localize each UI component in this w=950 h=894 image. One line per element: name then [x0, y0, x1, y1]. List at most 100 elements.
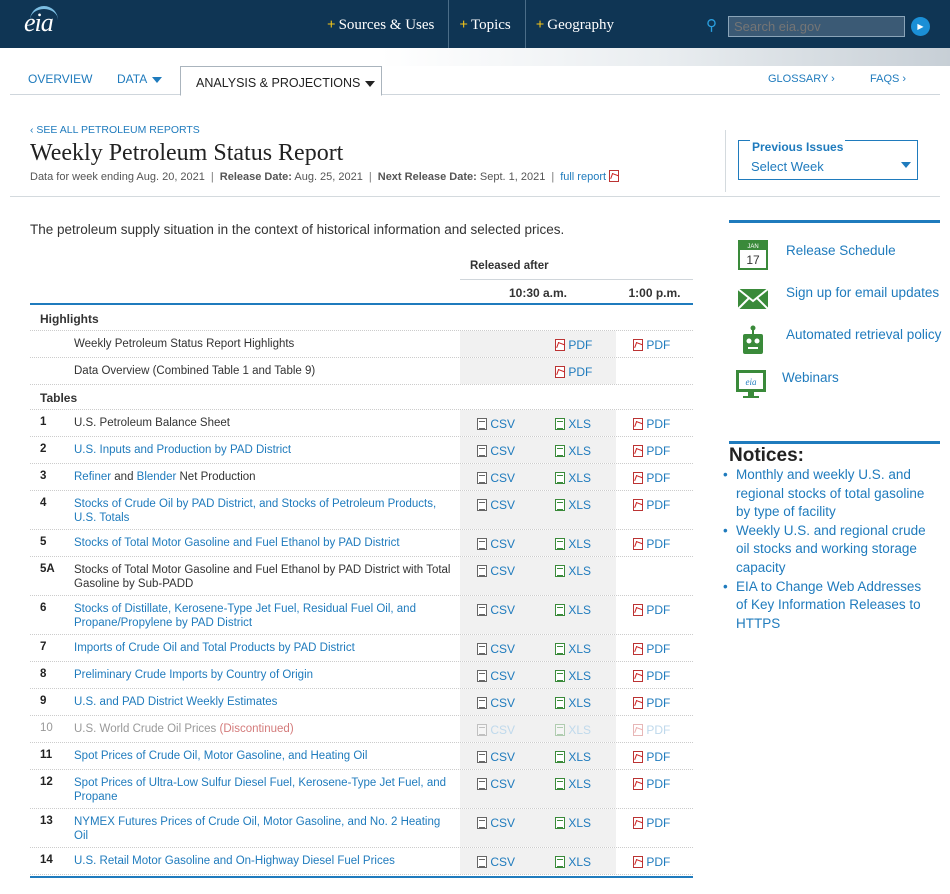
- xls-download-link[interactable]: XLS: [555, 669, 591, 683]
- csv-icon: [477, 643, 487, 655]
- csv-download-link[interactable]: CSV: [477, 750, 515, 764]
- xls-download-link[interactable]: XLS: [555, 564, 591, 578]
- pdf-download-link[interactable]: PDF: [633, 603, 670, 617]
- eia-logo[interactable]: eia: [24, 6, 58, 38]
- xls-download-link[interactable]: XLS: [555, 498, 591, 512]
- pdf-download-link[interactable]: PDF: [633, 816, 670, 830]
- csv-icon: [477, 472, 487, 484]
- csv-download-link-label: CSV: [490, 669, 516, 683]
- table-title-text: Preliminary Crude Imports by Country of …: [74, 669, 314, 681]
- previous-issues-select[interactable]: Previous Issues Select Week: [738, 140, 918, 180]
- table-title[interactable]: U.S. Retail Motor Gasoline and On-Highwa…: [74, 854, 454, 868]
- notice-link[interactable]: Weekly U.S. and regional crude oil stock…: [723, 522, 936, 578]
- pdf-download-link[interactable]: PDF: [633, 444, 670, 458]
- see-all-reports-link[interactable]: ‹ SEE ALL PETROLEUM REPORTS: [30, 124, 200, 136]
- table-row: 3 Refiner and Blender Net Production CSV …: [30, 464, 693, 491]
- xls-download-link[interactable]: XLS: [555, 777, 591, 791]
- pdf-download-link[interactable]: PDF: [633, 417, 670, 431]
- tab-data[interactable]: DATA: [117, 72, 163, 86]
- pdf-icon: [555, 366, 565, 378]
- pdf-download-link[interactable]: PDF: [633, 498, 670, 512]
- table-title[interactable]: Stocks of Distillate, Kerosene-Type Jet …: [74, 602, 454, 630]
- notice-link[interactable]: EIA to Change Web Addresses of Key Infor…: [723, 578, 936, 634]
- csv-download-link[interactable]: CSV: [477, 417, 515, 431]
- xls-download-link[interactable]: XLS: [555, 816, 591, 830]
- nav-geography[interactable]: + Geography: [526, 0, 628, 48]
- table-row: 1 U.S. Petroleum Balance Sheet CSV XLS PD…: [30, 410, 693, 437]
- xls-download-link[interactable]: XLS: [555, 750, 591, 764]
- xls-download-link[interactable]: XLS: [555, 537, 591, 551]
- xls-download-link[interactable]: XLS: [555, 642, 591, 656]
- table-title[interactable]: U.S. Inputs and Production by PAD Distri…: [74, 443, 454, 457]
- xls-download-link[interactable]: XLS: [555, 855, 591, 869]
- table-number: 8: [40, 668, 47, 680]
- xls-download-link[interactable]: XLS: [555, 417, 591, 431]
- table-title[interactable]: Spot Prices of Crude Oil, Motor Gasoline…: [74, 749, 454, 763]
- table-title: Stocks of Total Motor Gasoline and Fuel …: [74, 563, 454, 591]
- glossary-link[interactable]: GLOSSARY ›: [768, 73, 835, 85]
- csv-download-link[interactable]: CSV: [477, 816, 515, 830]
- table-number: 6: [40, 602, 47, 614]
- table-number: 13: [40, 815, 53, 827]
- pdf-download-link[interactable]: PDF: [633, 696, 670, 710]
- faqs-link[interactable]: FAQS ›: [870, 73, 906, 85]
- csv-download-link[interactable]: CSV: [477, 855, 515, 869]
- csv-download-link-label: CSV: [490, 471, 516, 485]
- search-input[interactable]: [728, 16, 905, 37]
- tab-analysis-projections[interactable]: ANALYSIS & PROJECTIONS: [180, 66, 382, 96]
- csv-download-link[interactable]: CSV: [477, 471, 515, 485]
- intro-text: The petroleum supply situation in the co…: [30, 222, 565, 237]
- pdf-download-link[interactable]: PDF: [633, 855, 670, 869]
- pdf-download-link: PDF: [633, 723, 670, 737]
- refiner-link[interactable]: Refiner: [74, 471, 111, 483]
- nav-topics[interactable]: + Topics: [449, 0, 526, 48]
- xls-download-link[interactable]: XLS: [555, 444, 591, 458]
- csv-download-link[interactable]: CSV: [477, 498, 515, 512]
- xls-download-link[interactable]: XLS: [555, 471, 591, 485]
- csv-icon: [477, 778, 487, 790]
- pdf-icon: [633, 856, 643, 868]
- csv-download-link[interactable]: CSV: [477, 603, 515, 617]
- table-row: 2 U.S. Inputs and Production by PAD Distr…: [30, 437, 693, 464]
- pdf-download-link-label: PDF: [646, 603, 671, 617]
- table-title[interactable]: Stocks of Total Motor Gasoline and Fuel …: [74, 536, 454, 550]
- tab-overview[interactable]: OVERVIEW: [28, 72, 92, 86]
- notice-link[interactable]: Monthly and weekly U.S. and regional sto…: [723, 466, 936, 522]
- table-title[interactable]: Preliminary Crude Imports by Country of …: [74, 668, 454, 682]
- search-submit-button[interactable]: ▶: [911, 17, 930, 36]
- overview-pdf-1030[interactable]: PDF: [555, 365, 592, 379]
- table-title[interactable]: Stocks of Crude Oil by PAD District, and…: [74, 497, 454, 525]
- xls-download-link[interactable]: XLS: [555, 603, 591, 617]
- highlights-pdf-100[interactable]: PDF: [633, 338, 670, 352]
- table-title[interactable]: U.S. and PAD District Weekly Estimates: [74, 695, 454, 709]
- csv-download-link[interactable]: CSV: [477, 696, 515, 710]
- table-title[interactable]: Spot Prices of Ultra-Low Sulfur Diesel F…: [74, 776, 454, 804]
- blender-link[interactable]: Blender: [137, 471, 177, 483]
- csv-download-link[interactable]: CSV: [477, 537, 515, 551]
- pdf-download-link-label: PDF: [646, 498, 671, 512]
- xls-download-link[interactable]: XLS: [555, 696, 591, 710]
- table-row: 6 Stocks of Distillate, Kerosene-Type Jet…: [30, 596, 693, 635]
- table-title[interactable]: NYMEX Futures Prices of Crude Oil, Motor…: [74, 815, 454, 843]
- csv-download-link[interactable]: CSV: [477, 642, 515, 656]
- csv-download-link[interactable]: CSV: [477, 564, 515, 578]
- pdf-download-link-label: PDF: [646, 855, 671, 869]
- pdf-download-link[interactable]: PDF: [633, 669, 670, 683]
- table-title: U.S. Petroleum Balance Sheet: [74, 416, 454, 430]
- csv-download-link[interactable]: CSV: [477, 777, 515, 791]
- pdf-download-link[interactable]: PDF: [633, 471, 670, 485]
- table-title[interactable]: Imports of Crude Oil and Total Products …: [74, 641, 454, 655]
- full-report-link[interactable]: full report: [560, 170, 620, 183]
- table-number: 1: [40, 416, 47, 428]
- table-row: 12 Spot Prices of Ultra-Low Sulfur Diesel…: [30, 770, 693, 809]
- pdf-download-link[interactable]: PDF: [633, 537, 670, 551]
- highlights-pdf-1030[interactable]: PDF: [555, 338, 592, 352]
- csv-download-link[interactable]: CSV: [477, 669, 515, 683]
- pdf-download-link[interactable]: PDF: [633, 642, 670, 656]
- pdf-icon: [633, 445, 643, 457]
- pdf-download-link[interactable]: PDF: [633, 777, 670, 791]
- csv-download-link[interactable]: CSV: [477, 444, 515, 458]
- xls-icon: [555, 445, 565, 457]
- nav-sources-uses[interactable]: + Sources & Uses: [317, 0, 450, 48]
- pdf-download-link[interactable]: PDF: [633, 750, 670, 764]
